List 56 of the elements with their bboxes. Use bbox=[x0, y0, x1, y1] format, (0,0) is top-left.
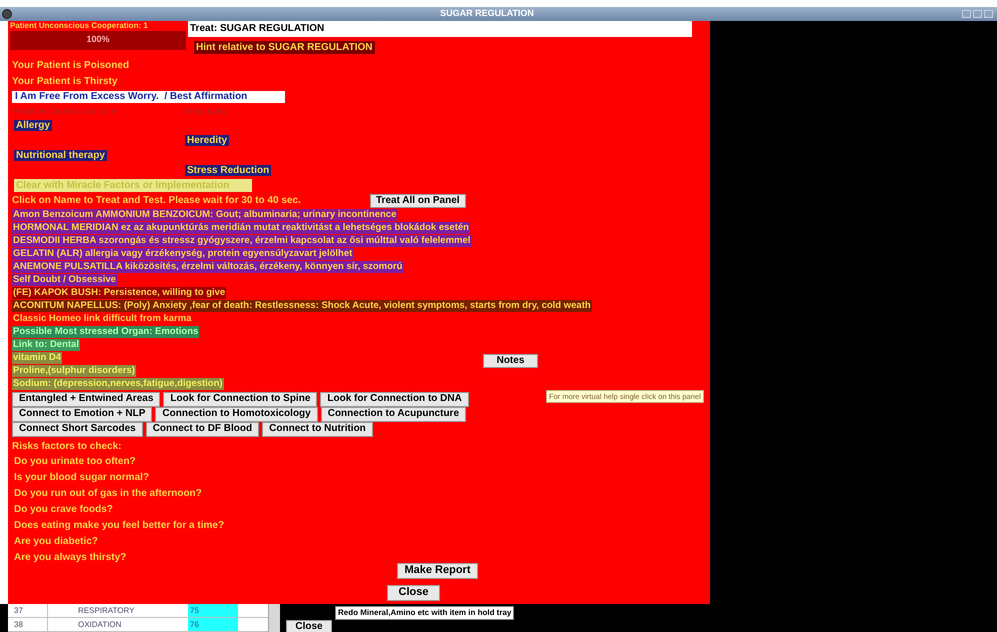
remedy-item[interactable]: Amon Benzoicum AMMONIUM BENZOICUM: Gout; albuminaria; urinary incontinence bbox=[12, 208, 398, 220]
table-cell-text: RESPIRATORY bbox=[77, 604, 136, 616]
risk-question: Do you urinate too often? bbox=[14, 454, 136, 468]
table-cell: 38 bbox=[8, 618, 48, 630]
cooperation-reading: 100% bbox=[85, 33, 111, 46]
column-heading: Possible Causes and cure bbox=[12, 104, 118, 118]
remedy-item[interactable]: DESMODII HERBA szorongás és stressz gyógyszere, érzelmi kapcsolat az ősi múlttal való felelemmel bbox=[12, 234, 472, 246]
risk-question: Are you always thirsty? bbox=[14, 550, 126, 564]
risk-question: Does eating make you feel better for a time? bbox=[14, 518, 224, 532]
remedy-item[interactable]: Self Doubt / Obsessive bbox=[12, 274, 117, 286]
make-report-button[interactable]: Make Report bbox=[397, 562, 478, 578]
hold-tray-label: Redo Mineral,Amino etc with item in hold tray bbox=[335, 606, 514, 620]
risk-title: Risks factors to check: bbox=[12, 440, 122, 454]
treat-field[interactable]: Treat: SUGAR REGULATION bbox=[188, 20, 692, 36]
alert-text: Your Patient is Poisoned bbox=[12, 58, 130, 72]
banner: Clear with Miracle Factors or Implementation bbox=[14, 178, 252, 192]
app-icon bbox=[2, 8, 12, 19]
remedy-item[interactable]: HORMONAL MERIDIAN ez az akupunktúrás meridián mutat reaktivitást a lehetséges blokádok esetén bbox=[12, 222, 470, 234]
connection-button[interactable]: Connect to Emotion + NLP bbox=[12, 406, 152, 422]
remedy-item[interactable]: Possible Most stressed Organ: Emotions bbox=[12, 326, 200, 338]
table-cell: 75 bbox=[188, 604, 238, 616]
risk-question: Are you diabetic? bbox=[14, 534, 98, 548]
cause-item[interactable]: Stress Reduction bbox=[185, 164, 272, 176]
cause-item[interactable]: Nutritional therapy bbox=[14, 150, 107, 160]
window-title: SUGAR REGULATION bbox=[439, 7, 535, 20]
column-heading: Secondary bbox=[184, 104, 228, 118]
close-button[interactable]: Close bbox=[387, 584, 440, 600]
connection-button[interactable]: Connect to DF Blood bbox=[146, 422, 260, 436]
risk-question: Do you crave foods? bbox=[14, 502, 113, 516]
cooperation-label: Patient Unconscious Cooperation: 1 bbox=[10, 20, 149, 30]
table-cell: 76 bbox=[188, 618, 238, 630]
risk-question: Is your blood sugar normal? bbox=[14, 470, 150, 484]
connection-button[interactable]: Look for Connection to DNA bbox=[320, 392, 469, 406]
hint-label: Hint relative to SUGAR REGULATION bbox=[194, 40, 374, 54]
connection-button[interactable]: Connection to Acupuncture bbox=[320, 406, 466, 422]
instruction-text: Click on Name to Treat and Test. Please wait for 30 to 40 sec. bbox=[12, 194, 302, 207]
notes-button[interactable]: Notes bbox=[483, 354, 538, 368]
close-button[interactable]: Close bbox=[286, 620, 332, 632]
remedy-item[interactable]: ACONITUM NAPELLUS: (Poly) Anxiety ,fear of death: Restlessness: Shock Acute, violent symptoms, starts from dry, cold weath bbox=[12, 300, 592, 312]
alert-text: Your Patient is Thirsty bbox=[12, 74, 118, 88]
table-cell-text: OXIDATION bbox=[77, 618, 122, 630]
treat-all-button[interactable]: Treat All on Panel bbox=[370, 194, 466, 208]
remedy-item[interactable]: (FE) KAPOK BUSH: Persistence, willing to give bbox=[12, 286, 226, 298]
remedy-item[interactable]: GELATIN (ALR) allergia vagy érzékenység, protein egyensúlyzavart jelölhet bbox=[12, 248, 354, 260]
cause-item[interactable]: Allergy bbox=[14, 120, 52, 130]
connection-button[interactable]: Look for Connection to Spine bbox=[163, 392, 318, 406]
remedy-item[interactable]: ANEMONE PULSATILLA kiközösítés, érzelmi változás, érzékeny, könnyen sír, szomorú bbox=[12, 260, 404, 272]
scrollbar[interactable] bbox=[268, 604, 280, 632]
connection-button[interactable]: Connection to Homotoxicology bbox=[155, 406, 318, 422]
table-cell: 37 bbox=[8, 604, 48, 616]
connection-button[interactable]: Connect Short Sarcodes bbox=[12, 422, 143, 436]
affirmation-text: I Am Free From Excess Worry. / Best Affirmation bbox=[12, 90, 285, 102]
connection-button[interactable]: Connect to Nutrition bbox=[262, 422, 373, 436]
connection-button[interactable]: Entangled + Entwined Areas bbox=[12, 392, 160, 406]
risk-question: Do you run out of gas in the afternoon? bbox=[14, 486, 202, 500]
cause-item[interactable]: Heredity bbox=[185, 134, 230, 146]
